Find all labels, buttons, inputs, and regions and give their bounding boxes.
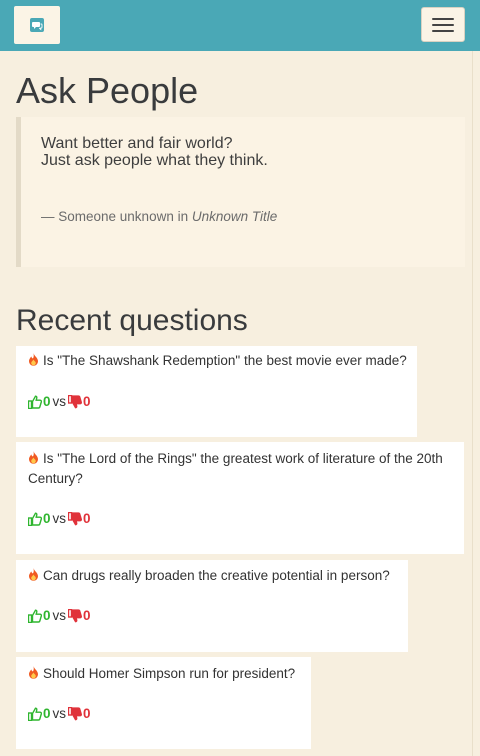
question-text[interactable]: Is "The Shawshank Redemption" the best m…	[43, 353, 407, 368]
question-text-row: Is "The Shawshank Redemption" the best m…	[28, 351, 411, 371]
vs-label: vs	[52, 394, 67, 409]
fire-icon	[29, 666, 38, 679]
vs-label: vs	[52, 706, 67, 721]
down-vote-count: 0	[83, 608, 91, 623]
up-vote-count: 0	[43, 608, 51, 623]
fire-icon	[29, 353, 38, 366]
vs-label: vs	[52, 511, 67, 526]
down-vote-count: 0	[83, 511, 91, 526]
question-card[interactable]: Is "The Lord of the Rings" the greatest …	[16, 442, 464, 554]
question-text[interactable]: Can drugs really broaden the creative po…	[43, 568, 390, 583]
thumbs-down-icon[interactable]	[68, 609, 82, 623]
fire-icon	[29, 451, 38, 464]
quote-text: Want better and fair world? Just ask peo…	[41, 135, 465, 169]
vs-label: vs	[52, 608, 67, 623]
thumbs-down-icon[interactable]	[68, 395, 82, 409]
question-card[interactable]: Should Homer Simpson run for president? …	[16, 657, 311, 749]
up-vote-count: 0	[43, 394, 51, 409]
fire-icon	[29, 568, 38, 581]
page-title: Ask People	[16, 70, 199, 111]
thumbs-down-icon[interactable]	[68, 707, 82, 721]
thumbs-up-icon[interactable]	[28, 512, 42, 526]
quote-footer: — Someone unknown in Unknown Title	[41, 209, 277, 224]
thumbs-up-icon[interactable]	[28, 707, 42, 721]
hamburger-icon-bar	[432, 29, 454, 32]
thumbs-down-icon[interactable]	[68, 512, 82, 526]
quote-line-2: Just ask people what they think.	[41, 152, 268, 169]
brand-logo[interactable]	[14, 6, 60, 44]
page-edge-divider	[472, 51, 473, 756]
vote-tally: 0 vs 0	[28, 394, 91, 410]
up-vote-count: 0	[43, 511, 51, 526]
question-card[interactable]: Is "The Shawshank Redemption" the best m…	[16, 346, 417, 437]
vote-tally: 0 vs 0	[28, 608, 91, 624]
down-vote-count: 0	[83, 706, 91, 721]
quote-author: — Someone unknown in	[41, 209, 192, 224]
question-text-row: Is "The Lord of the Rings" the greatest …	[28, 449, 458, 489]
recent-questions-heading: Recent questions	[16, 304, 248, 337]
vote-tally: 0 vs 0	[28, 706, 91, 722]
hamburger-icon-bar	[432, 23, 454, 26]
up-vote-count: 0	[43, 706, 51, 721]
question-card[interactable]: Can drugs really broaden the creative po…	[16, 560, 408, 652]
menu-toggle-button[interactable]	[421, 7, 465, 42]
blockquote: Want better and fair world? Just ask peo…	[16, 117, 465, 267]
navbar	[0, 0, 480, 51]
hamburger-icon	[432, 17, 454, 20]
down-vote-count: 0	[83, 394, 91, 409]
question-text-row: Can drugs really broaden the creative po…	[28, 566, 402, 586]
chat-bubbles-icon	[30, 18, 44, 32]
quote-source: Unknown Title	[191, 209, 278, 224]
quote-line-1: Want better and fair world?	[41, 135, 233, 152]
thumbs-up-icon[interactable]	[28, 395, 42, 409]
question-text-row: Should Homer Simpson run for president?	[28, 664, 305, 684]
question-text[interactable]: Should Homer Simpson run for president?	[43, 666, 295, 681]
question-text[interactable]: Is "The Lord of the Rings" the greatest …	[28, 451, 443, 486]
thumbs-up-icon[interactable]	[28, 609, 42, 623]
vote-tally: 0 vs 0	[28, 511, 91, 527]
